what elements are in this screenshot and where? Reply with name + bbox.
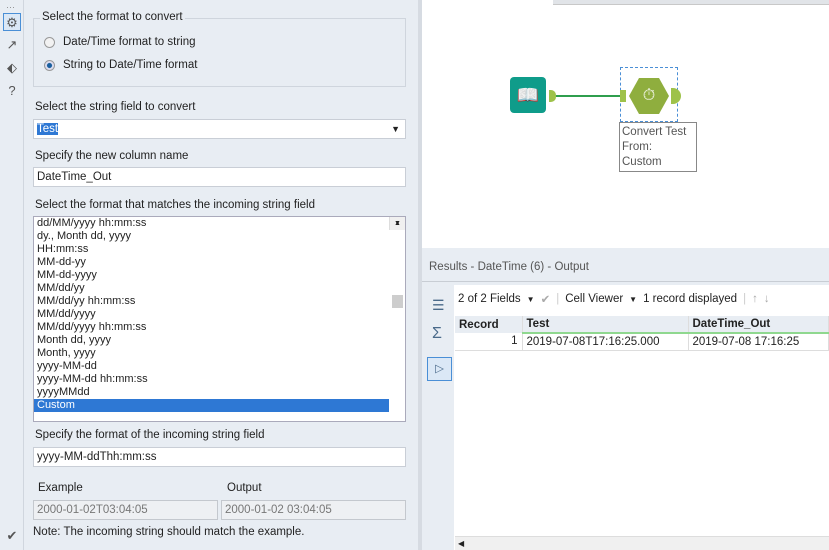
sidebar-icon-strip: ··· ⚙ ↗ ⬖ ? ✔ — [0, 0, 24, 550]
arrow-up-icon[interactable]: ↑ — [752, 293, 758, 305]
output-anchor[interactable] — [671, 88, 681, 104]
format-option[interactable]: Month, yyyy — [34, 347, 405, 360]
checkmark-icon[interactable]: ✔ — [541, 292, 551, 306]
format-option[interactable]: dy., Month dd, yyyy — [34, 230, 405, 243]
format-option[interactable]: MM-dd-yy — [34, 256, 405, 269]
results-table: Record Test DateTime_Out 1 2019-07-08T17… — [455, 316, 829, 351]
configuration-panel: Select the format to convert Date/Time f… — [24, 0, 418, 550]
help-icon[interactable]: ? — [3, 82, 21, 100]
example-label: Example — [38, 482, 83, 494]
chevron-down-icon[interactable]: ▼ — [629, 295, 637, 304]
format-option[interactable]: MM-dd-yyyy — [34, 269, 405, 282]
format-option[interactable]: MM/dd/yyyy — [34, 308, 405, 321]
grip-dots: ··· — [6, 2, 15, 12]
arrow-down-icon[interactable]: ↓ — [764, 293, 770, 305]
output-anchor[interactable] — [549, 90, 556, 102]
format-listbox[interactable]: ▲ ▼ dd/MM/yyyy hh:mm:ss dy., Month dd, yyy… — [33, 216, 406, 422]
check-icon[interactable]: ✔ — [3, 527, 21, 545]
results-side-strip: ☰ Σ ▷ — [425, 285, 454, 550]
connection-line — [556, 95, 620, 97]
format-option[interactable]: Custom — [34, 399, 389, 412]
tag-view-icon[interactable]: ▷ — [427, 357, 452, 381]
horizontal-scrollbar[interactable]: ◀ — [455, 536, 829, 550]
table-row[interactable]: 1 2019-07-08T17:16:25.000 2019-07-08 17:… — [455, 333, 829, 350]
gear-icon[interactable]: ⚙ — [3, 13, 21, 31]
string-field-select[interactable]: Test ▼ — [33, 119, 406, 139]
list-view-icon[interactable]: ☰ — [432, 297, 445, 314]
output-label: Output — [227, 482, 262, 494]
format-option[interactable]: yyyy-MM-dd hh:mm:ss — [34, 373, 405, 386]
string-field-label: Select the string field to convert — [35, 101, 196, 113]
fields-dropdown[interactable]: 2 of 2 Fields — [458, 293, 521, 305]
tool-annotation: Convert Test From: Custom — [619, 122, 697, 172]
format-option[interactable]: dd/MM/yyyy hh:mm:ss — [34, 217, 405, 230]
example-field: 2000-01-02T03:04:05 — [33, 500, 218, 520]
canvas-top-bar — [553, 0, 829, 5]
results-panel: Results - DateTime (6) - Output ☰ Σ ▷ 2 … — [422, 252, 829, 550]
format-list-label: Select the format that matches the incom… — [35, 199, 315, 211]
sigma-icon[interactable]: Σ — [432, 325, 442, 343]
note-text: Note: The incoming string should match t… — [33, 526, 305, 538]
workflow-canvas[interactable]: 📖 ⏱ Convert Test From: Custom — [422, 0, 829, 248]
column-header-datetime-out[interactable]: DateTime_Out — [688, 316, 829, 334]
results-body: ☰ Σ ▷ 2 of 2 Fields ▼ ✔ | Cell Viewer ▼ … — [425, 285, 829, 550]
results-title: Results - DateTime (6) - Output — [422, 252, 829, 282]
input-tool-icon[interactable]: 📖 — [510, 77, 546, 113]
cell-viewer-dropdown[interactable]: Cell Viewer — [565, 293, 623, 305]
new-column-input[interactable]: DateTime_Out — [33, 167, 406, 187]
connection-icon[interactable]: ↗ — [3, 36, 21, 54]
format-option[interactable]: Month dd, yyyy — [34, 334, 405, 347]
custom-format-input[interactable]: yyyy-MM-ddThh:mm:ss — [33, 447, 406, 467]
format-option[interactable]: yyyy-MM-dd — [34, 360, 405, 373]
tag-icon[interactable]: ⬖ — [3, 59, 21, 77]
format-group — [33, 18, 406, 87]
radio-datetime-to-string[interactable]: Date/Time format to string — [44, 36, 196, 48]
format-group-label: Select the format to convert — [40, 11, 185, 23]
radio-string-to-datetime[interactable]: String to Date/Time format — [44, 59, 197, 71]
format-option[interactable]: MM/dd/yy hh:mm:ss — [34, 295, 405, 308]
chevron-down-icon: ▼ — [391, 124, 400, 134]
format-option[interactable]: HH:mm:ss — [34, 243, 405, 256]
format-option[interactable]: MM/dd/yy — [34, 282, 405, 295]
scrollbar[interactable]: ▲ ▼ — [389, 217, 405, 308]
new-column-label: Specify the new column name — [35, 150, 189, 162]
format-option[interactable]: yyyyMMdd — [34, 386, 405, 399]
column-header-record[interactable]: Record — [455, 316, 523, 333]
input-anchor[interactable] — [620, 90, 626, 102]
records-displayed: 1 record displayed — [643, 293, 738, 305]
column-header-test[interactable]: Test — [522, 316, 689, 334]
format-option[interactable]: MM/dd/yyyy hh:mm:ss — [34, 321, 405, 334]
output-field: 2000-01-02 03:04:05 — [221, 500, 406, 520]
custom-format-label: Specify the format of the incoming strin… — [35, 429, 265, 441]
chevron-down-icon[interactable]: ▼ — [527, 295, 535, 304]
